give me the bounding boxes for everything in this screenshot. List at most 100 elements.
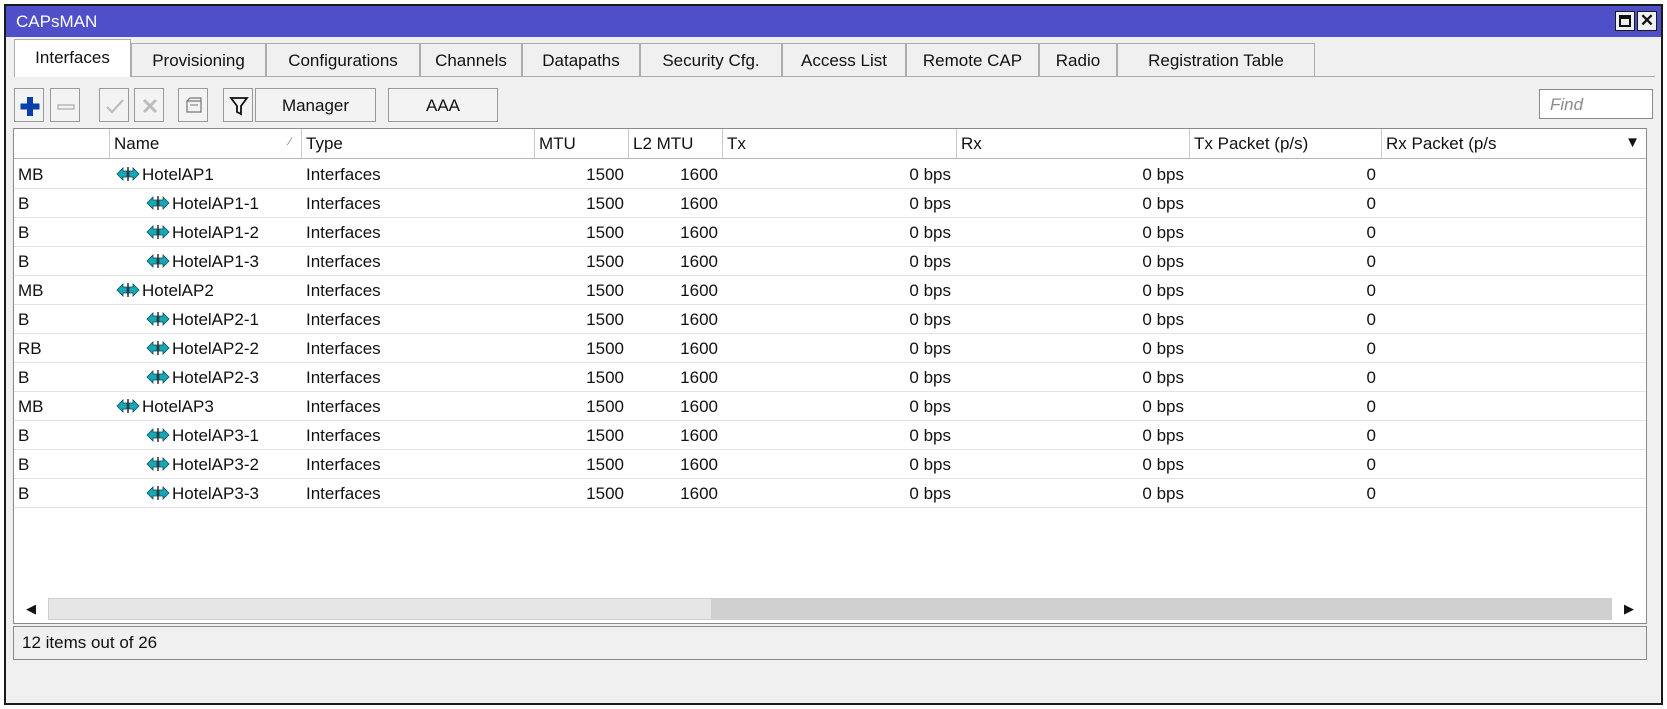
cell-l2mtu: 1600 bbox=[680, 455, 718, 474]
table-row[interactable]: B HotelAP3-1 Interfaces 1500 1600 0 bps 0 bps 0 bbox=[14, 420, 1646, 450]
tab-configurations[interactable]: Configurations bbox=[266, 43, 420, 76]
interface-icon bbox=[146, 428, 170, 442]
cell-tx: 0 bps bbox=[909, 368, 951, 387]
table-row[interactable]: B HotelAP3-2 Interfaces 1500 1600 0 bps 0 bps 0 bbox=[14, 449, 1646, 479]
cell-name: HotelAP2-2 bbox=[114, 333, 300, 362]
tab-remote-cap[interactable]: Remote CAP bbox=[906, 43, 1039, 76]
scroll-left-icon[interactable]: ◀ bbox=[20, 598, 42, 620]
col-type[interactable]: Type bbox=[302, 129, 535, 158]
scroll-right-icon[interactable]: ▶ bbox=[1618, 598, 1640, 620]
cell-txp: 0 bbox=[1366, 484, 1376, 503]
add-button[interactable] bbox=[14, 88, 44, 122]
cell-rx: 0 bps bbox=[1142, 194, 1184, 213]
tab-registration-table[interactable]: Registration Table bbox=[1117, 43, 1315, 76]
cell-tx: 0 bps bbox=[909, 223, 951, 242]
table-row[interactable]: RB HotelAP2-2 Interfaces 1500 1600 0 bps 0 bps… bbox=[14, 333, 1646, 363]
cell-flags: B bbox=[18, 455, 30, 474]
cell-rxp bbox=[1382, 188, 1562, 217]
interface-name: HotelAP2 bbox=[142, 281, 214, 300]
cell-l2mtu: 1600 bbox=[680, 223, 718, 242]
manager-button[interactable]: Manager bbox=[255, 88, 376, 122]
cell-rxp bbox=[1382, 275, 1562, 304]
filter-button[interactable] bbox=[223, 88, 253, 122]
cell-rx: 0 bps bbox=[1142, 165, 1184, 184]
title-bar[interactable]: CAPsMAN ✕ bbox=[6, 6, 1661, 37]
cell-l2mtu: 1600 bbox=[680, 252, 718, 271]
tab-security-cfg[interactable]: Security Cfg. bbox=[640, 43, 782, 76]
table-row[interactable]: B HotelAP1-1 Interfaces 1500 1600 0 bps 0 bps 0 bbox=[14, 188, 1646, 218]
interface-name: HotelAP3-3 bbox=[172, 484, 259, 503]
aaa-button[interactable]: AAA bbox=[388, 88, 498, 122]
table-header: Name ∕ Type MTU L2 MTU Tx Rx Tx Packet (… bbox=[14, 129, 1646, 159]
scroll-trough[interactable] bbox=[712, 598, 1612, 620]
cell-rxp bbox=[1382, 159, 1562, 188]
tab-interfaces[interactable]: Interfaces bbox=[14, 39, 131, 77]
cell-flags: B bbox=[18, 310, 30, 329]
column-menu-icon[interactable]: ▼ bbox=[1625, 134, 1640, 151]
interface-name: HotelAP2-1 bbox=[172, 310, 259, 329]
remove-button[interactable] bbox=[50, 88, 80, 122]
interface-name: HotelAP2-3 bbox=[172, 368, 259, 387]
cell-type: Interfaces bbox=[306, 252, 381, 271]
scroll-thumb[interactable] bbox=[48, 598, 712, 620]
cell-name: HotelAP2-3 bbox=[114, 362, 300, 391]
cross-icon bbox=[142, 98, 158, 114]
filter-icon bbox=[229, 97, 249, 116]
tab-provisioning[interactable]: Provisioning bbox=[131, 43, 266, 76]
table-row[interactable]: MB HotelAP1 Interfaces 1500 1600 0 bps 0 bps 0 bbox=[14, 159, 1646, 189]
col-rx-packet-label: Rx Packet (p/s bbox=[1386, 134, 1497, 153]
cell-type: Interfaces bbox=[306, 310, 381, 329]
cell-rx: 0 bps bbox=[1142, 223, 1184, 242]
table-row[interactable]: B HotelAP2-1 Interfaces 1500 1600 0 bps 0 bps 0 bbox=[14, 304, 1646, 334]
col-rx[interactable]: Rx bbox=[957, 129, 1190, 158]
cell-rx: 0 bps bbox=[1142, 281, 1184, 300]
comment-button[interactable] bbox=[178, 88, 208, 122]
cell-txp: 0 bbox=[1366, 223, 1376, 242]
cell-tx: 0 bps bbox=[909, 252, 951, 271]
interface-name: HotelAP3 bbox=[142, 397, 214, 416]
table-row[interactable]: MB HotelAP3 Interfaces 1500 1600 0 bps 0 bps 0 bbox=[14, 391, 1646, 421]
cell-name: HotelAP1-1 bbox=[114, 188, 300, 217]
cell-rxp bbox=[1382, 217, 1562, 246]
maximize-button[interactable] bbox=[1615, 11, 1635, 31]
table-row[interactable]: B HotelAP3-3 Interfaces 1500 1600 0 bps 0 bps 0 bbox=[14, 478, 1646, 508]
cell-mtu: 1500 bbox=[586, 252, 624, 271]
cell-name: HotelAP1-3 bbox=[114, 246, 300, 275]
horizontal-scrollbar[interactable]: ◀ ▶ bbox=[14, 595, 1646, 623]
col-rx-packet[interactable]: Rx Packet (p/s bbox=[1382, 129, 1646, 158]
cell-l2mtu: 1600 bbox=[680, 339, 718, 358]
cell-mtu: 1500 bbox=[586, 397, 624, 416]
table-row[interactable]: B HotelAP1-3 Interfaces 1500 1600 0 bps 0 bps 0 bbox=[14, 246, 1646, 276]
cell-rxp bbox=[1382, 246, 1562, 275]
cell-type: Interfaces bbox=[306, 339, 381, 358]
cell-mtu: 1500 bbox=[586, 368, 624, 387]
close-button[interactable]: ✕ bbox=[1637, 11, 1657, 31]
table-row[interactable]: B HotelAP2-3 Interfaces 1500 1600 0 bps 0 bps 0 bbox=[14, 362, 1646, 392]
col-tx[interactable]: Tx bbox=[723, 129, 957, 158]
tab-channels[interactable]: Channels bbox=[420, 43, 522, 76]
scroll-track[interactable] bbox=[48, 598, 1612, 620]
cell-mtu: 1500 bbox=[586, 339, 624, 358]
table-row[interactable]: MB HotelAP2 Interfaces 1500 1600 0 bps 0 bps 0 bbox=[14, 275, 1646, 305]
col-tx-packet[interactable]: Tx Packet (p/s) bbox=[1190, 129, 1382, 158]
cell-mtu: 1500 bbox=[586, 165, 624, 184]
tab-datapaths[interactable]: Datapaths bbox=[522, 43, 640, 76]
col-l2mtu[interactable]: L2 MTU bbox=[629, 129, 723, 158]
cell-type: Interfaces bbox=[306, 484, 381, 503]
col-flags[interactable] bbox=[14, 129, 110, 158]
cell-l2mtu: 1600 bbox=[680, 194, 718, 213]
col-mtu[interactable]: MTU bbox=[535, 129, 629, 158]
cell-l2mtu: 1600 bbox=[680, 310, 718, 329]
interface-icon bbox=[146, 196, 170, 210]
table-row[interactable]: B HotelAP1-2 Interfaces 1500 1600 0 bps 0 bps 0 bbox=[14, 217, 1646, 247]
cell-type: Interfaces bbox=[306, 223, 381, 242]
disable-button[interactable] bbox=[134, 88, 164, 122]
col-name[interactable]: Name ∕ bbox=[110, 129, 302, 158]
find-input[interactable]: Find bbox=[1539, 89, 1653, 119]
tab-radio[interactable]: Radio bbox=[1039, 43, 1117, 76]
cell-type: Interfaces bbox=[306, 281, 381, 300]
cell-mtu: 1500 bbox=[586, 484, 624, 503]
enable-button[interactable] bbox=[99, 88, 129, 122]
cell-type: Interfaces bbox=[306, 426, 381, 445]
tab-access-list[interactable]: Access List bbox=[782, 43, 906, 76]
